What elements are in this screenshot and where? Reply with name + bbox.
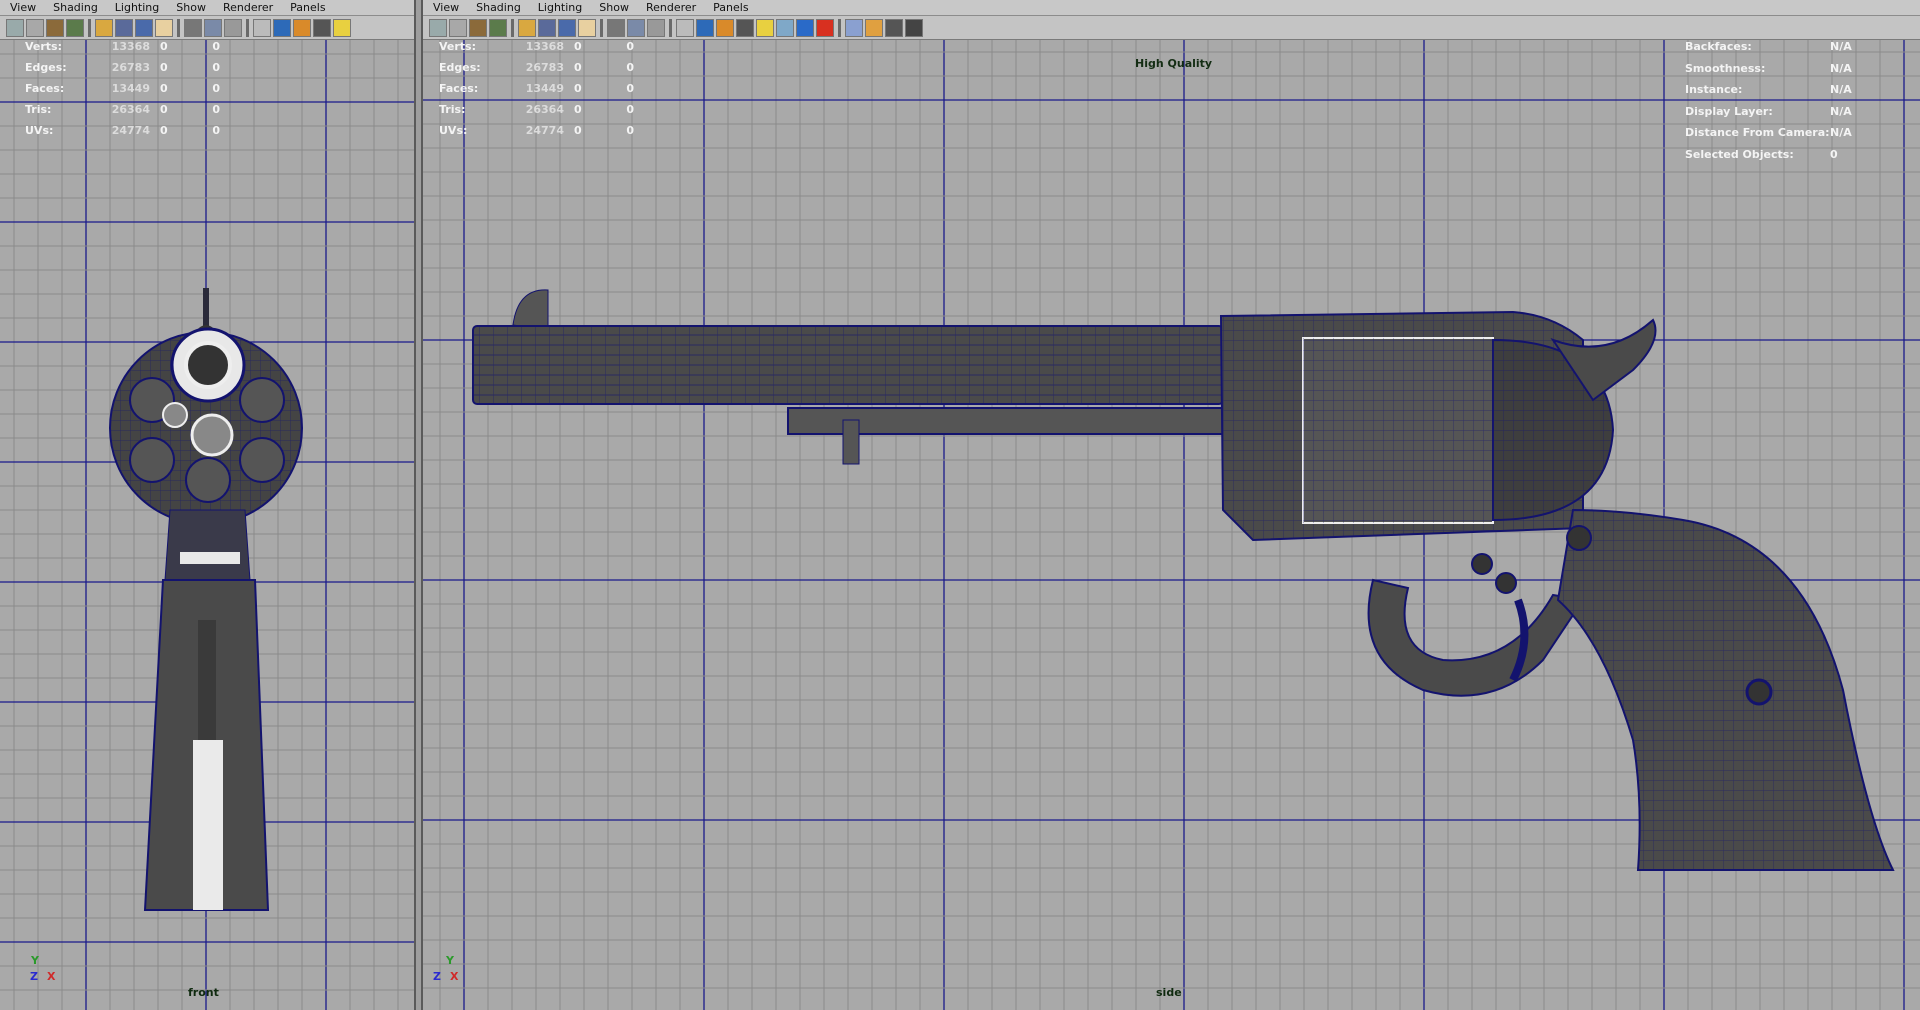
image-plane-icon[interactable]: [66, 18, 84, 37]
bookmark-icon[interactable]: [46, 18, 64, 37]
menu-panels[interactable]: Panels: [703, 1, 755, 14]
grid-toggle-icon[interactable]: [885, 18, 903, 37]
toolbar-separator: [88, 18, 91, 37]
menu-renderer[interactable]: Renderer: [213, 1, 280, 14]
safe-action-icon[interactable]: [204, 18, 222, 37]
bookmark-icon[interactable]: [469, 18, 487, 37]
wireframe-icon[interactable]: [253, 18, 271, 37]
front-panel-menubar: View Shading Lighting Show Renderer Pane…: [0, 0, 414, 16]
menu-view[interactable]: View: [0, 1, 43, 14]
hud-row-faces: Faces: 13449 0 0: [439, 82, 634, 95]
camera-name-label: side: [1156, 986, 1182, 999]
safe-title-icon[interactable]: [647, 18, 665, 37]
camera-attributes-icon[interactable]: [26, 18, 44, 37]
smooth-shade-icon[interactable]: [696, 18, 714, 37]
info-row-selected-objects: Selected Objects: 0: [1685, 147, 1838, 161]
grid-icon[interactable]: [95, 18, 113, 37]
ambient-occlusion-icon[interactable]: [796, 18, 814, 37]
side-panel-menubar: View Shading Lighting Show Renderer Pane…: [423, 0, 1920, 16]
camera-name-label: front: [188, 986, 219, 999]
menu-show[interactable]: Show: [166, 1, 213, 14]
safe-title-icon[interactable]: [224, 18, 242, 37]
menu-lighting[interactable]: Lighting: [528, 1, 589, 14]
hud-row-tris: Tris: 26364 0 0: [25, 103, 220, 116]
menu-lighting[interactable]: Lighting: [105, 1, 166, 14]
grid-icon[interactable]: [518, 18, 536, 37]
field-chart-icon[interactable]: [607, 18, 625, 37]
hud-toggle-icon[interactable]: [865, 18, 883, 37]
info-row-display-layer: Display Layer: N/A: [1685, 104, 1852, 118]
toolbar-separator: [246, 18, 249, 37]
toolbar-separator: [511, 18, 514, 37]
hud-row-uvs: UVs: 24774 0 0: [25, 124, 220, 137]
side-grid-and-model: [423, 40, 1920, 1010]
textured-icon[interactable]: [716, 18, 734, 37]
axis-x-label: X: [450, 970, 459, 983]
front-poly-count-hud: Verts: 13368 0 0 Edges: 26783 0 0 Faces: 13449 0…: [25, 36, 220, 141]
info-row-smoothness: Smoothness: N/A: [1685, 61, 1852, 75]
smooth-shade-icon[interactable]: [273, 18, 291, 37]
object-info-hud: Backfaces: N/A Smoothness: N/A Instance: N/…: [1685, 36, 1870, 165]
menu-shading[interactable]: Shading: [466, 1, 528, 14]
resolution-gate-icon[interactable]: [135, 18, 153, 37]
light-bulb-icon[interactable]: [333, 18, 351, 37]
axis-y-label: Y: [446, 954, 454, 967]
side-viewport-panel[interactable]: View Shading Lighting Show Renderer Pane…: [421, 0, 1920, 1010]
hud-row-uvs: UVs: 24774 0 0: [439, 124, 634, 137]
gate-mask-icon[interactable]: [578, 18, 596, 37]
quality-label: High Quality: [1135, 57, 1213, 70]
safe-action-icon[interactable]: [627, 18, 645, 37]
hud-row-faces: Faces: 13449 0 0: [25, 82, 220, 95]
toolbar-separator: [838, 18, 841, 37]
hud-row-verts: Verts: 13368 0 0: [439, 40, 634, 53]
tool-settings-icon[interactable]: [905, 18, 923, 37]
toolbar-separator: [177, 18, 180, 37]
toolbar-separator: [669, 18, 672, 37]
info-row-backfaces: Backfaces: N/A: [1685, 40, 1852, 53]
axis-y-label: Y: [31, 954, 39, 967]
hud-row-edges: Edges: 26783 0 0: [439, 61, 634, 74]
hud-row-edges: Edges: 26783 0 0: [25, 61, 220, 74]
light-bulb-icon[interactable]: [756, 18, 774, 37]
camera-attributes-icon[interactable]: [449, 18, 467, 37]
menu-shading[interactable]: Shading: [43, 1, 105, 14]
front-grid-and-model: [0, 40, 414, 1010]
front-viewport-panel[interactable]: View Shading Lighting Show Renderer Pane…: [0, 0, 416, 1010]
select-camera-icon[interactable]: [429, 18, 447, 37]
axis-x-label: X: [47, 970, 56, 983]
shadows-icon[interactable]: [776, 18, 794, 37]
axis-z-label: Z: [30, 970, 38, 983]
info-row-instance: Instance: N/A: [1685, 83, 1852, 96]
side-poly-count-hud: Verts: 13368 0 0 Edges: 26783 0 0 Faces: 13449 0…: [439, 36, 634, 141]
menu-view[interactable]: View: [423, 1, 466, 14]
menu-renderer[interactable]: Renderer: [636, 1, 703, 14]
film-gate-icon[interactable]: [538, 18, 556, 37]
lights-icon[interactable]: [736, 18, 754, 37]
menu-show[interactable]: Show: [589, 1, 636, 14]
field-chart-icon[interactable]: [184, 18, 202, 37]
lights-icon[interactable]: [313, 18, 331, 37]
film-gate-icon[interactable]: [115, 18, 133, 37]
wireframe-icon[interactable]: [676, 18, 694, 37]
resolution-gate-icon[interactable]: [558, 18, 576, 37]
info-row-distance-from-camera: Distance From Camera: N/A: [1685, 126, 1852, 139]
select-camera-icon[interactable]: [6, 18, 24, 37]
xray-icon[interactable]: [816, 18, 834, 37]
menu-panels[interactable]: Panels: [280, 1, 332, 14]
toolbar-separator: [600, 18, 603, 37]
textured-icon[interactable]: [293, 18, 311, 37]
front-viewport[interactable]: Verts: 13368 0 0 Edges: 26783 0 0 Faces: 13449 0…: [0, 40, 414, 1010]
side-viewport[interactable]: Verts: 13368 0 0 Edges: 26783 0 0 Faces: 13449 0…: [423, 40, 1920, 1010]
hud-row-tris: Tris: 26364 0 0: [439, 103, 634, 116]
image-plane-icon[interactable]: [489, 18, 507, 37]
hud-row-verts: Verts: 13368 0 0: [25, 40, 220, 53]
isolate-select-icon[interactable]: [845, 18, 863, 37]
gate-mask-icon[interactable]: [155, 18, 173, 37]
axis-z-label: Z: [433, 970, 441, 983]
